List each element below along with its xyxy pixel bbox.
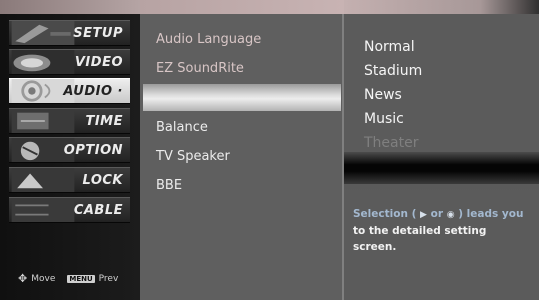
menu-item-label: AUDIO xyxy=(63,84,123,99)
menu-item-cable[interactable]: CABLE xyxy=(9,197,130,223)
menu-item-label: VIDEO xyxy=(74,54,123,70)
help-line-1-or: or xyxy=(430,208,444,220)
right-arrow-icon: ▶ xyxy=(420,210,427,220)
help-text: Selection ( ▶ or ◉ ) leads you to the de… xyxy=(353,206,537,255)
menu-item-video[interactable]: VIDEO xyxy=(9,49,130,75)
option-normal[interactable]: Normal xyxy=(364,39,415,55)
move-label: Move xyxy=(31,273,56,284)
options-panel: Normal Stadium News Music Theater Select… xyxy=(344,0,539,300)
menu-item-label: SETUP xyxy=(73,25,123,41)
help-line-1-prefix: Selection ( xyxy=(353,208,417,220)
option-stadium[interactable]: Stadium xyxy=(364,63,422,79)
menu-top-strip xyxy=(0,0,140,14)
menu-item-audio[interactable]: AUDIO xyxy=(9,78,130,104)
option-music[interactable]: Music xyxy=(364,111,404,127)
lock-thumbnail-icon xyxy=(11,168,75,192)
prev-label: Prev xyxy=(98,273,119,284)
setup-thumbnail-icon xyxy=(11,21,75,45)
menu-key-icon: MENU xyxy=(67,274,95,283)
submenu-top-strip xyxy=(140,0,344,14)
move-arrows-icon: ✥ xyxy=(18,272,28,285)
navigation-legend: ✥ Move MENU Prev xyxy=(18,272,138,285)
help-line-3: screen. xyxy=(353,241,397,253)
submenu-highlight[interactable] xyxy=(143,84,341,111)
menu-item-lock[interactable]: LOCK xyxy=(9,167,130,193)
help-line-2: to the detailed setting xyxy=(353,225,487,237)
menu-item-label: OPTION xyxy=(63,142,123,158)
menu-item-option[interactable]: OPTION xyxy=(9,137,130,163)
submenu-item-audio-language[interactable]: Audio Language xyxy=(156,32,261,47)
menu-item-label: TIME xyxy=(85,113,123,129)
video-thumbnail-icon xyxy=(11,50,75,74)
menu-item-time[interactable]: TIME xyxy=(9,108,130,134)
options-top-strip xyxy=(344,0,539,14)
menu-item-label: CABLE xyxy=(73,202,123,218)
options-band-shadow xyxy=(344,184,539,194)
menu-item-label: LOCK xyxy=(82,172,123,188)
option-theater[interactable]: Theater xyxy=(364,135,418,151)
enter-button-icon: ◉ xyxy=(446,210,455,220)
option-news[interactable]: News xyxy=(364,87,402,103)
options-scroll-band xyxy=(344,152,539,184)
audio-submenu: Audio Language EZ SoundRite Balance TV S… xyxy=(140,0,344,300)
main-menu: SETUP VIDEO AUDIO TIME OP xyxy=(0,0,140,300)
submenu-item-balance[interactable]: Balance xyxy=(156,120,208,135)
submenu-item-ez-soundrite[interactable]: EZ SoundRite xyxy=(156,61,244,76)
submenu-item-tv-speaker[interactable]: TV Speaker xyxy=(156,149,230,164)
help-line-1-suffix: ) leads you xyxy=(458,208,524,220)
help-line-1: Selection ( ▶ or ◉ ) leads you xyxy=(353,206,537,223)
time-thumbnail-icon xyxy=(11,109,75,133)
menu-item-setup[interactable]: SETUP xyxy=(9,20,130,46)
submenu-item-bbe[interactable]: BBE xyxy=(156,178,182,193)
cable-thumbnail-icon xyxy=(11,198,75,222)
